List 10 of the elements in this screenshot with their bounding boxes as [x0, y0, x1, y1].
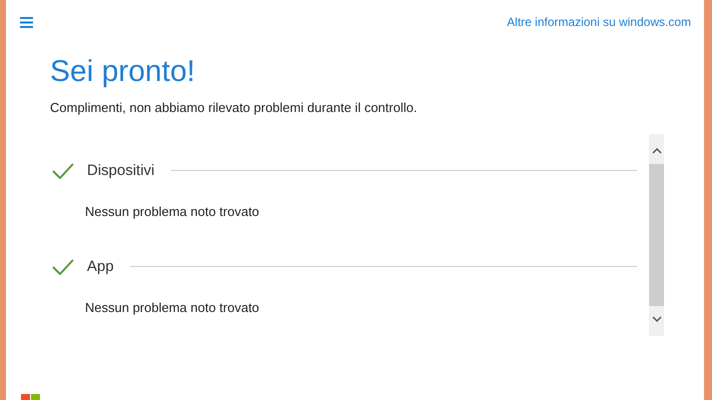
- result-heading: Dispositivi: [87, 160, 155, 180]
- result-detail: Nessun problema noto trovato: [85, 203, 260, 221]
- windows-info-link[interactable]: Altre informazioni su windows.com: [506, 13, 691, 31]
- result-heading: App: [87, 256, 114, 276]
- page-title: Sei pronto!: [50, 54, 196, 90]
- menu-icon[interactable]: [20, 16, 33, 28]
- result-detail: Nessun problema noto trovato: [85, 299, 260, 317]
- logo-icon: [21, 394, 41, 400]
- subtitle: Complimenti, non abbiamo rilevato problemi durante il controllo.: [50, 99, 418, 117]
- scrollbar[interactable]: [649, 134, 664, 336]
